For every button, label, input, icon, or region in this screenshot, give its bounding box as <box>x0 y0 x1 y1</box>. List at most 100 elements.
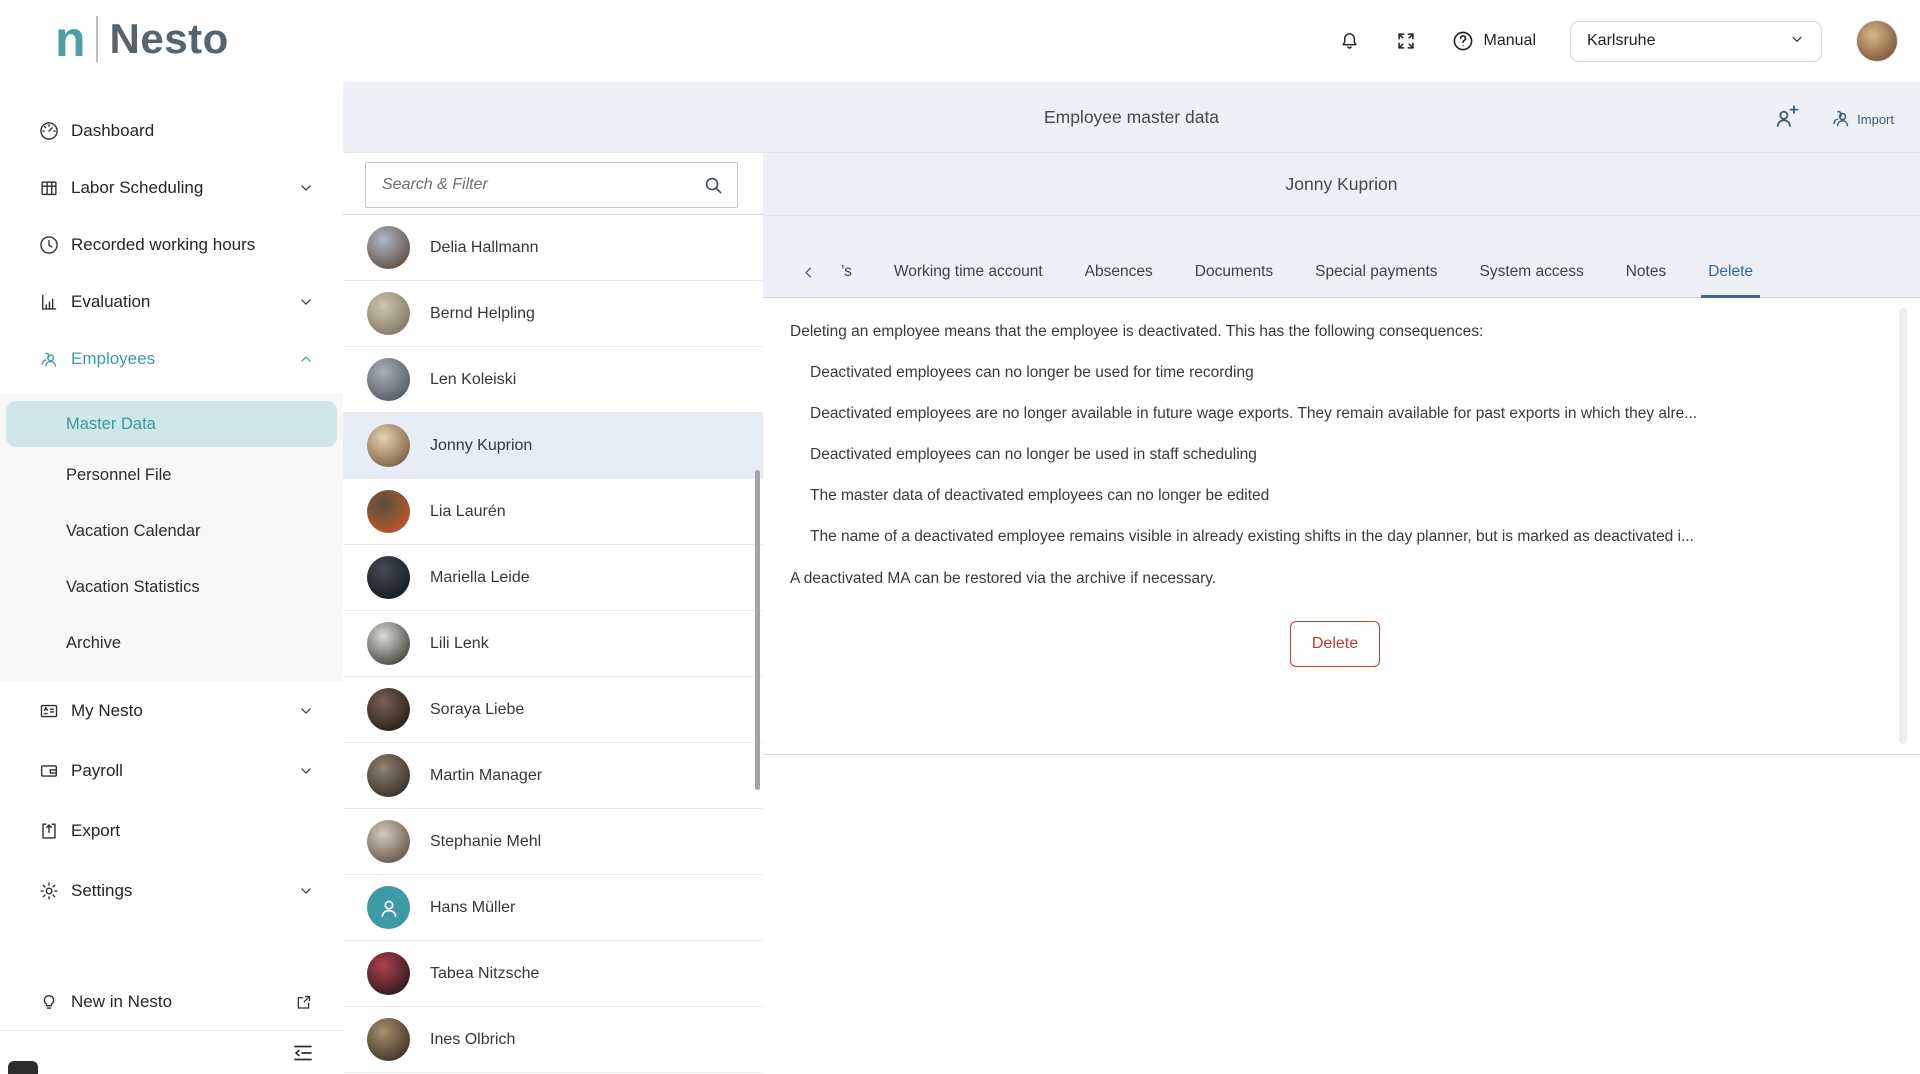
sidebar-item-label: Evaluation <box>71 292 150 312</box>
sidebar-subitem-vacation-calendar[interactable]: Vacation Calendar <box>0 503 343 559</box>
add-employee-button[interactable] <box>1772 104 1799 131</box>
consequence-line: Deactivated employees can no longer be u… <box>810 360 1880 386</box>
import-label: Import <box>1857 112 1894 130</box>
sidebar-item-payroll[interactable]: Payroll <box>0 741 343 801</box>
employee-row-martin-manager[interactable]: Martin Manager <box>343 743 763 809</box>
tab-system-access[interactable]: System access <box>1459 216 1605 297</box>
clock-icon <box>38 234 60 256</box>
sidebar-item-my-nesto[interactable]: My Nesto <box>0 681 343 741</box>
delete-button[interactable]: Delete <box>1290 621 1380 667</box>
header-actions: Import <box>1772 82 1894 153</box>
wallet-icon <box>38 760 60 782</box>
list-scrollbar[interactable] <box>755 470 760 790</box>
location-select-value: Karlsruhe <box>1587 32 1655 50</box>
employee-row-stephanie-mehl[interactable]: Stephanie Mehl <box>343 809 763 875</box>
consequence-line: The master data of deactivated employees… <box>810 483 1880 509</box>
sidebar-collapse-row <box>0 1030 343 1074</box>
employee-name: Stephanie Mehl <box>430 833 541 851</box>
sidebar-item-label: Settings <box>71 881 132 901</box>
sidebar-subitem-personnel-file[interactable]: Personnel File <box>0 447 343 503</box>
tab-absences[interactable]: Absences <box>1064 216 1174 297</box>
chevron-down-icon <box>299 295 313 309</box>
avatar <box>367 688 410 731</box>
avatar <box>367 622 410 665</box>
gear-icon <box>38 880 60 902</box>
employee-row-lili-lenk[interactable]: Lili Lenk <box>343 611 763 677</box>
employee-row-ines-olbrich[interactable]: Ines Olbrich <box>343 1007 763 1073</box>
import-people-icon <box>1829 106 1853 130</box>
employee-row-tabea-nitzsche[interactable]: Tabea Nitzsche <box>343 941 763 1007</box>
user-avatar[interactable] <box>1856 20 1898 62</box>
detail-scrollbar[interactable] <box>1899 308 1907 744</box>
tab-scroll-left-button[interactable] <box>801 265 820 297</box>
sidebar-item-export[interactable]: Export <box>0 801 343 861</box>
sidebar-item-evaluation[interactable]: Evaluation <box>0 273 343 330</box>
sidebar-item-label: New in Nesto <box>71 992 172 1012</box>
manual-button[interactable]: Manual <box>1451 29 1536 53</box>
import-button[interactable]: Import <box>1829 106 1894 130</box>
sidebar-item-labor-scheduling[interactable]: Labor Scheduling <box>0 159 343 216</box>
tab-working-time-account[interactable]: Working time account <box>873 216 1064 297</box>
consequence-line: The name of a deactivated employee remai… <box>810 524 1880 550</box>
tab-delete[interactable]: Delete <box>1687 216 1774 297</box>
sidebar-item-label: Labor Scheduling <box>71 178 203 198</box>
location-select[interactable]: Karlsruhe <box>1570 21 1822 62</box>
delete-consequences: Deactivated employees can no longer be u… <box>790 360 1880 550</box>
employee-row-hans-m-ller[interactable]: Hans Müller <box>343 875 763 941</box>
employee-row-mariella-leide[interactable]: Mariella Leide <box>343 545 763 611</box>
employee-name: Ines Olbrich <box>430 1031 515 1049</box>
employee-row-len-koleiski[interactable]: Len Koleiski <box>343 347 763 413</box>
sidebar-subitem-vacation-statistics[interactable]: Vacation Statistics <box>0 559 343 615</box>
search-input[interactable] <box>366 163 737 207</box>
app-window: n Nesto Manual Karlsruhe <box>0 0 1920 1074</box>
employee-row-delia-hallmann[interactable]: Delia Hallmann <box>343 215 763 281</box>
logo-mark: n <box>55 14 86 64</box>
employee-row-bernd-helpling[interactable]: Bernd Helpling <box>343 281 763 347</box>
sidebar-nav-lower: My Nesto Payroll Export Settings <box>0 681 343 921</box>
bar-chart-icon <box>38 291 60 313</box>
sidebar-item-employees[interactable]: Employees <box>0 330 343 387</box>
sidebar-footer: New in Nesto <box>0 974 343 1074</box>
people-icon <box>38 348 60 370</box>
topbar-actions: Manual Karlsruhe <box>1338 0 1898 82</box>
sidebar-item-recorded-working-hours[interactable]: Recorded working hours <box>0 216 343 273</box>
sidebar-subitem-archive[interactable]: Archive <box>0 615 343 671</box>
tab-documents[interactable]: Documents <box>1174 216 1294 297</box>
lightbulb-icon <box>38 991 60 1013</box>
sidebar-item-label: Export <box>71 821 120 841</box>
sidebar-item-label: My Nesto <box>71 701 143 721</box>
collapse-sidebar-button[interactable] <box>291 1041 315 1065</box>
sidebar-item-settings[interactable]: Settings <box>0 861 343 921</box>
sidebar-subitem-master-data[interactable]: Master Data <box>6 401 337 447</box>
fullscreen-button[interactable] <box>1395 30 1417 52</box>
employees-submenu: Master DataPersonnel FileVacation Calend… <box>0 393 343 681</box>
sidebar-item-dashboard[interactable]: Dashboard <box>0 102 343 159</box>
employee-name: Mariella Leide <box>430 569 530 587</box>
avatar <box>367 358 410 401</box>
employee-row-lia-laur-n[interactable]: Lia Laurén <box>343 479 763 545</box>
employee-row-soraya-liebe[interactable]: Soraya Liebe <box>343 677 763 743</box>
restore-note-text: A deactivated MA can be restored via the… <box>790 566 1880 592</box>
collapse-sidebar-icon <box>291 1041 315 1065</box>
avatar <box>367 952 410 995</box>
avatar <box>367 1018 410 1061</box>
manual-label: Manual <box>1484 32 1536 50</box>
notifications-button[interactable] <box>1338 30 1361 53</box>
fullscreen-icon <box>1395 30 1417 52</box>
avatar <box>367 754 410 797</box>
tab-notes[interactable]: Notes <box>1605 216 1688 297</box>
employee-name: Lia Laurén <box>430 503 506 521</box>
corner-widget[interactable] <box>8 1061 38 1074</box>
tab-special-payments[interactable]: Special payments <box>1294 216 1458 297</box>
employee-row-jonny-kuprion[interactable]: Jonny Kuprion <box>343 413 763 479</box>
chevron-up-icon <box>299 352 313 366</box>
sidebar-item-label: Payroll <box>71 761 123 781</box>
sidebar-item-new-in-nesto[interactable]: New in Nesto <box>0 974 343 1030</box>
employee-name: Tabea Nitzsche <box>430 965 539 983</box>
logo-divider <box>96 16 98 62</box>
tab-partial[interactable]: ’s <box>820 216 873 297</box>
employee-name: Len Koleiski <box>430 371 516 389</box>
employee-detail-panel: Jonny Kuprion ’sWorking time accountAbse… <box>763 153 1920 1074</box>
employee-name: Delia Hallmann <box>430 239 539 257</box>
main-content: Employee master data Import <box>343 82 1920 1074</box>
